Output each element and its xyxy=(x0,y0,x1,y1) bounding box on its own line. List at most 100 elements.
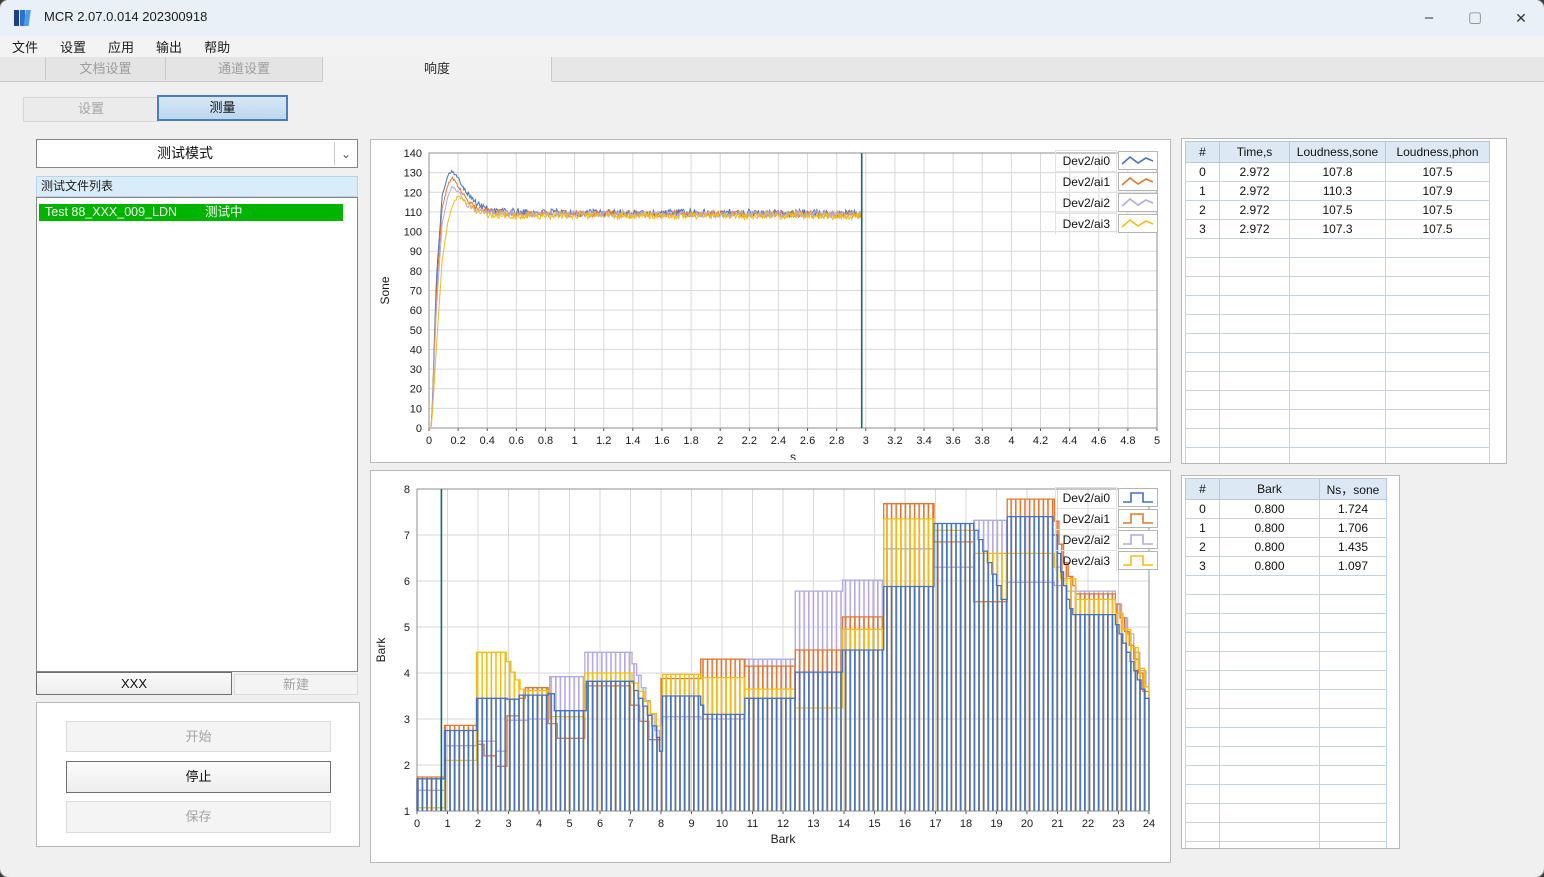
svg-text:70: 70 xyxy=(410,286,422,298)
stop-button[interactable]: 停止 xyxy=(66,761,331,793)
table-cell: 2.972 xyxy=(1219,200,1290,220)
list-item[interactable]: Test 88_XXX_009_LDN 测试中 xyxy=(39,204,343,221)
table-row: 1 2.972 110.3 107.9 xyxy=(1185,181,1490,201)
tab-loudness[interactable]: 响度 xyxy=(322,57,552,82)
empty-table-row xyxy=(1185,276,1490,296)
table-cell: 2 xyxy=(1185,200,1220,220)
table-row: 3 0.800 1.097 xyxy=(1185,556,1387,576)
test-mode-select[interactable]: 测试模式 ⌄ xyxy=(36,139,358,168)
empty-table-row xyxy=(1185,727,1387,747)
svg-text:5: 5 xyxy=(566,818,572,830)
svg-text:1.2: 1.2 xyxy=(596,435,611,447)
svg-text:3.2: 3.2 xyxy=(887,435,902,447)
empty-table-row xyxy=(1185,333,1490,353)
legend-label: Dev2/ai1 xyxy=(1055,508,1117,529)
table-cell: 0 xyxy=(1185,499,1220,519)
column-header: # xyxy=(1185,478,1220,500)
svg-text:4.6: 4.6 xyxy=(1091,435,1106,447)
svg-text:2.4: 2.4 xyxy=(771,435,786,447)
line-series-icon xyxy=(1118,151,1158,170)
maximize-button[interactable]: ▢ xyxy=(1452,0,1498,36)
menu-help[interactable]: 帮助 xyxy=(194,35,240,58)
minimize-button[interactable]: – xyxy=(1406,0,1452,36)
table-cell: 107.5 xyxy=(1385,162,1490,182)
xxx-button[interactable]: XXX xyxy=(36,672,232,695)
table-cell: 107.5 xyxy=(1385,200,1490,220)
new-button[interactable]: 新建 xyxy=(234,674,358,695)
svg-text:130: 130 xyxy=(404,168,422,180)
legend-label: Dev2/ai2 xyxy=(1055,529,1117,550)
menu-apply[interactable]: 应用 xyxy=(98,35,144,58)
bar-series-icon xyxy=(1118,509,1158,528)
bark-spectrum-chart[interactable]: 0 1 2 3 4 5 6 7 8 9 10 11 12 13 14 15 16 17 18 19 20 21 22 23 24… xyxy=(371,471,1168,860)
svg-text:4: 4 xyxy=(1008,435,1014,447)
empty-table-row xyxy=(1185,765,1387,785)
legend-item: Dev2/ai2 xyxy=(1055,192,1158,213)
window-title: MCR 2.07.0.014 202300918 xyxy=(44,9,208,24)
title-bar: MCR 2.07.0.014 202300918 – ▢ ✕ xyxy=(0,0,1544,36)
table-cell: 0.800 xyxy=(1219,537,1320,557)
chevron-down-icon[interactable]: ⌄ xyxy=(334,142,357,165)
table-row: 1 0.800 1.706 xyxy=(1185,518,1387,538)
svg-text:19: 19 xyxy=(990,818,1002,830)
close-button[interactable]: ✕ xyxy=(1498,0,1544,36)
svg-text:24: 24 xyxy=(1143,818,1155,830)
legend-label: Dev2/ai0 xyxy=(1055,487,1117,508)
table-header-row: # Bark Ns，sone xyxy=(1185,478,1387,500)
svg-text:18: 18 xyxy=(960,818,972,830)
svg-text:0: 0 xyxy=(416,423,422,435)
file-list[interactable]: Test 88_XXX_009_LDN 测试中 xyxy=(36,197,358,672)
empty-table-row xyxy=(1185,841,1387,848)
line-series-icon xyxy=(1118,214,1158,233)
empty-table-row xyxy=(1185,784,1387,804)
svg-text:0.2: 0.2 xyxy=(450,435,465,447)
column-header: # xyxy=(1185,141,1220,163)
menu-settings[interactable]: 设置 xyxy=(50,35,96,58)
table-cell: 107.8 xyxy=(1289,162,1386,182)
column-header: Loudness,sone xyxy=(1289,141,1386,163)
svg-text:8: 8 xyxy=(404,484,410,496)
legend-item: Dev2/ai3 xyxy=(1055,213,1158,234)
svg-text:4.8: 4.8 xyxy=(1120,435,1135,447)
table-cell: 110.3 xyxy=(1289,181,1386,201)
table-row: 3 2.972 107.3 107.5 xyxy=(1185,219,1490,239)
bar-series-icon xyxy=(1118,530,1158,549)
loudness-time-chart[interactable]: 0 0.2 0.4 0.6 0.8 1 1.2 1.4 1.6 1.8 2 2.2 2.4 2.6 2.8 3… xyxy=(371,140,1168,460)
save-button[interactable]: 保存 xyxy=(66,801,331,833)
table-cell: 0.800 xyxy=(1219,556,1320,576)
svg-text:1: 1 xyxy=(444,818,450,830)
svg-text:12: 12 xyxy=(777,818,789,830)
tab-channel-settings[interactable]: 通道设置 xyxy=(165,57,323,80)
svg-text:14: 14 xyxy=(838,818,850,830)
table-row: 2 2.972 107.5 107.5 xyxy=(1185,200,1490,220)
start-button[interactable]: 开始 xyxy=(66,721,331,752)
svg-text:0.8: 0.8 xyxy=(538,435,553,447)
legend-item: Dev2/ai0 xyxy=(1055,150,1158,171)
empty-table-row xyxy=(1185,594,1387,614)
svg-text:20: 20 xyxy=(410,384,422,396)
svg-text:140: 140 xyxy=(404,148,422,160)
svg-text:1.8: 1.8 xyxy=(683,435,698,447)
svg-text:15: 15 xyxy=(868,818,880,830)
test-mode-value: 测试模式 xyxy=(157,145,213,161)
menu-output[interactable]: 输出 xyxy=(146,35,192,58)
svg-text:6: 6 xyxy=(597,818,603,830)
empty-table-row xyxy=(1185,670,1387,690)
tab-document-settings[interactable]: 文档设置 xyxy=(45,57,166,80)
legend-item: Dev2/ai1 xyxy=(1055,508,1158,529)
svg-text:4.2: 4.2 xyxy=(1033,435,1048,447)
menu-file[interactable]: 文件 xyxy=(2,35,48,58)
subtab-measure[interactable]: 测量 xyxy=(157,95,288,121)
bark-chart-legend: Dev2/ai0 Dev2/ai1 Dev2/ai2 Dev2/ai3 xyxy=(1055,487,1158,571)
column-header: Loudness,phon xyxy=(1385,141,1490,163)
subtab-settings[interactable]: 设置 xyxy=(23,97,159,122)
svg-text:4: 4 xyxy=(536,818,542,830)
table-row: 2 0.800 1.435 xyxy=(1185,537,1387,557)
svg-text:3.4: 3.4 xyxy=(916,435,931,447)
empty-table-row xyxy=(1185,428,1490,448)
empty-table-row xyxy=(1185,314,1490,334)
svg-text:10: 10 xyxy=(410,403,422,415)
empty-table-row xyxy=(1185,651,1387,671)
svg-text:Sone: Sone xyxy=(378,276,392,304)
svg-text:16: 16 xyxy=(899,818,911,830)
